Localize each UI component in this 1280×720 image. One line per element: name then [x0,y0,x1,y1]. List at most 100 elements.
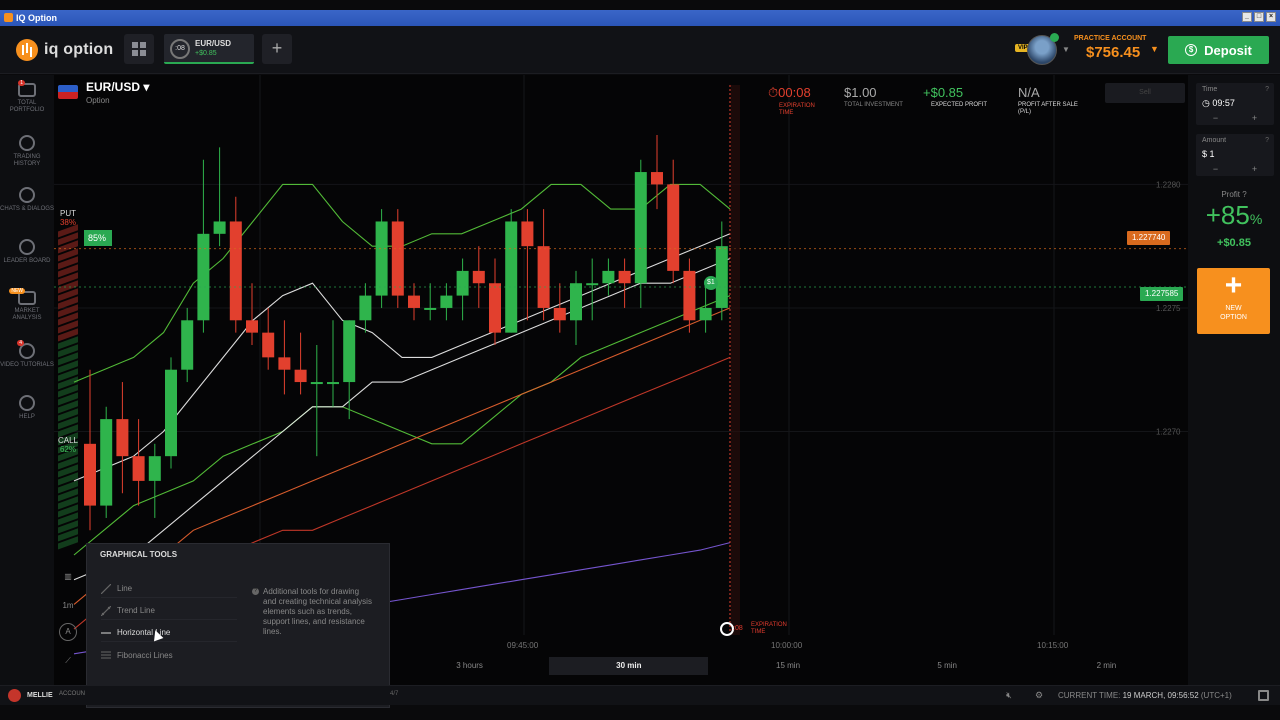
amount-help-icon[interactable]: ? [1265,137,1269,144]
candle-body [586,283,599,286]
deposit-icon: $ [1185,44,1198,56]
sidebar-item-label: TRADING HISTORY [13,154,41,167]
balance[interactable]: $756.45 [1086,44,1140,61]
asset-tab-name: EUR/USD [195,39,232,48]
bottom-icons: 🔇︎ ⚙ [1003,689,1045,701]
minimize-icon[interactable]: _ [1242,12,1252,22]
time-plus-button[interactable]: + [1252,113,1257,123]
timeframe-3h[interactable]: 3 hours [390,657,549,675]
new-option-button[interactable]: + NEW OPTION [1197,268,1270,334]
logo[interactable]: iq option [16,39,113,61]
time-help-icon[interactable]: ? [1265,86,1269,93]
tool-trend-line[interactable]: Trend Line [100,602,237,620]
chat-icon [19,187,35,203]
tool-fibonacci[interactable]: Fibonacci Lines [101,646,237,664]
timeframe-5m[interactable]: 5 min [868,657,1027,675]
avatar-chevron-down-icon[interactable]: ▼ [1062,45,1070,54]
candle-body [408,295,420,308]
expiration-marker-label: EXPIRATION TIME [751,622,787,635]
candle-body [327,382,339,385]
window-title: IQ Option [16,13,57,23]
deposit-button[interactable]: $ Deposit [1168,36,1269,64]
timeframe-2m[interactable]: 2 min [1027,657,1186,675]
candle-body [424,307,437,310]
amount-stepper: − + [1196,164,1274,174]
time-box[interactable]: Time ? ◷ 09:57 − + [1196,83,1274,125]
mute-icon[interactable]: 🔇︎ [1003,689,1015,701]
amount-minus-button[interactable]: − [1213,164,1218,174]
expiration-timer-icon [720,622,734,636]
trend-line-icon [100,605,112,616]
candle-body [278,357,291,370]
account-mini[interactable]: ACCOUN [59,691,85,697]
window-controls: _ □ × [1242,12,1276,22]
verified-icon [1050,33,1059,42]
time-value-row: ◷ 09:57 [1202,98,1235,109]
time-minus-button[interactable]: − [1213,113,1218,123]
expected-profit-label: EXPECTED PROFIT [931,102,988,108]
expiration-label: EXPIRATION TIME [779,103,815,116]
fibonacci-icon [101,650,111,660]
sidebar-item-leaderboard[interactable]: LEADER BOARD [0,239,54,265]
profit-after-sale-stat: N/A PROFIT AFTER SALE (P/L) [1018,85,1082,116]
candle-body [634,172,647,284]
line-tool-icon [100,583,112,594]
candle-body [715,246,728,308]
amount-box[interactable]: Amount ? $ 1 − + [1196,134,1274,176]
new-badge: NEW [9,288,25,294]
sidebar-item-help[interactable]: HELP [0,395,54,421]
clock-icon: ◷ [1202,98,1213,108]
amount-field[interactable]: $ 1 [1202,149,1215,159]
maximize-icon[interactable]: □ [1254,12,1264,22]
bottom-bar: MELLIE ACCOUN 4/7 🔇︎ ⚙ CURRENT TIME: 19 … [0,685,1280,705]
profit-help-icon[interactable]: ? [1242,190,1246,199]
current-time-label: CURRENT TIME: [1058,691,1121,700]
tool-horizontal-line[interactable]: Horizontal Line [101,624,237,642]
candle-interval-button[interactable]: 1m [58,596,78,616]
call-indicator: CALL 62% [56,436,80,454]
investment-stat: $1.00 TOTAL INVESTMENT [844,85,903,109]
asset-selector[interactable]: EUR/USD ▾ [86,80,149,94]
asset-tab-eurusd[interactable]: :08 EUR/USD +$0.85 [164,34,254,64]
balance-chevron-down-icon[interactable]: ▼ [1150,44,1159,54]
timer-icon: ⏱ [768,85,779,100]
chart-type-icon[interactable]: ▥ [58,567,78,587]
candle-body [84,443,96,506]
fullscreen-icon[interactable] [1258,690,1269,701]
candle-body [229,221,242,321]
amount-plus-button[interactable]: + [1252,164,1257,174]
amount-label: Amount [1202,137,1227,144]
add-asset-button[interactable]: + [262,34,292,64]
timeframe-30m[interactable]: 30 min [549,657,709,675]
put-indicator: PUT 38% [56,209,80,227]
history-icon [19,135,35,151]
profit-percent-suffix: % [1249,211,1263,227]
expiration-timer: :08 [733,625,743,632]
sidebar-item-label: CHATS & DIALOGS [0,206,54,212]
portfolio-badge: 1 [18,80,25,86]
avatar[interactable] [1027,33,1059,65]
candle-body [246,320,258,333]
call-pct: 62% [59,445,76,454]
tool-line[interactable]: Line [100,580,237,598]
help-icon [19,395,35,411]
deal-marker[interactable]: $1 [704,276,718,290]
sidebar-item-chats[interactable]: CHATS & DIALOGS [0,187,54,213]
candle-body [359,295,372,321]
account-type[interactable]: PRACTICE ACCOUNT [1074,35,1146,42]
settings-gear-icon[interactable]: ⚙ [1033,689,1045,701]
candle-body [505,221,518,333]
sidebar-item-history[interactable]: TRADING HISTORY [0,135,54,168]
asset-grid-button[interactable] [124,34,154,64]
payout-tag: 85% [84,230,113,246]
tool-description-text: Additional tools for drawing and creatin… [263,587,372,636]
sidebar-item-portfolio[interactable]: 1 TOTAL PORTFOLIO [0,80,54,114]
timeframe-15m[interactable]: 15 min [708,657,867,675]
close-icon[interactable]: × [1266,12,1276,22]
sidebar-item-market-analysis[interactable]: NEW MARKET ANALYSIS [0,288,54,322]
user-menu[interactable]: MELLIE [8,689,53,702]
sidebar-item-video[interactable]: 4 VIDEO TUTORIALS [0,340,54,369]
sell-button[interactable]: Sell [1105,83,1185,103]
indicators-icon[interactable]: A [59,623,77,641]
drawing-tools-icon[interactable]: ⟋ [58,651,78,671]
